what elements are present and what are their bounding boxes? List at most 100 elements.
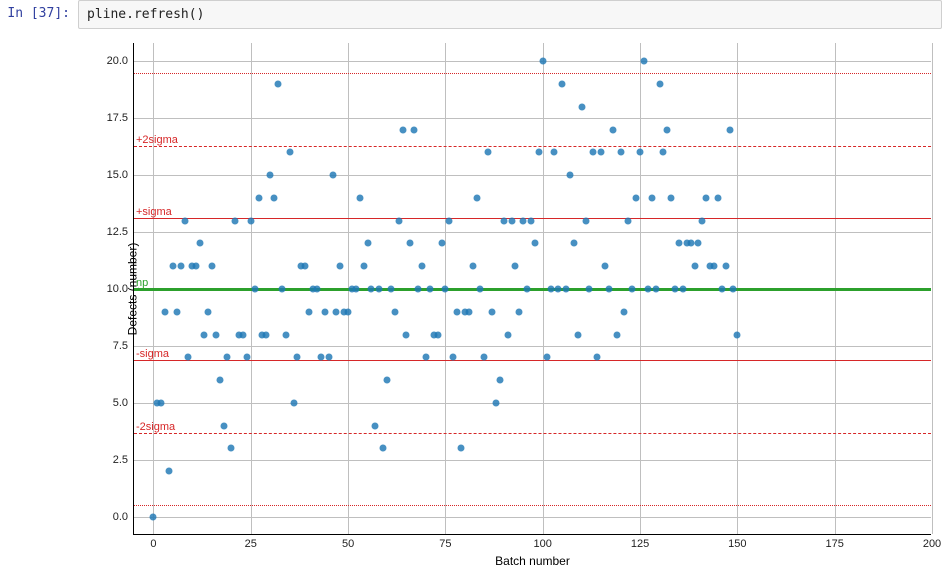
data-point: [345, 308, 352, 315]
data-point: [524, 286, 531, 293]
code-cell: In [37]: pline.refresh(): [0, 0, 942, 29]
data-point: [399, 126, 406, 133]
y-tick-label: 17.5: [107, 112, 128, 124]
data-point: [504, 331, 511, 338]
data-point: [594, 354, 601, 361]
y-tick-label: 12.5: [107, 226, 128, 238]
data-point: [247, 217, 254, 224]
data-point: [337, 263, 344, 270]
data-point: [387, 286, 394, 293]
data-point: [477, 286, 484, 293]
y-tick-label: 2.5: [113, 454, 128, 466]
data-point: [201, 331, 208, 338]
data-point: [395, 217, 402, 224]
data-point: [718, 286, 725, 293]
x-tick-label: 175: [825, 538, 843, 550]
data-point: [290, 399, 297, 406]
code-input[interactable]: pline.refresh(): [78, 0, 942, 29]
data-point: [360, 263, 367, 270]
data-point: [278, 286, 285, 293]
data-point: [528, 217, 535, 224]
control-line--3sigma: [134, 505, 931, 506]
data-point: [640, 58, 647, 65]
data-point: [648, 194, 655, 201]
data-point: [329, 172, 336, 179]
data-point: [442, 286, 449, 293]
control-line-+2sigma: [134, 146, 931, 147]
data-point: [181, 217, 188, 224]
data-point: [368, 286, 375, 293]
data-point: [637, 149, 644, 156]
y-tick-label: 15.0: [107, 169, 128, 181]
data-point: [438, 240, 445, 247]
data-point: [185, 354, 192, 361]
data-point: [520, 217, 527, 224]
control-line-label-np: np: [136, 277, 148, 289]
data-point: [617, 149, 624, 156]
control-line-label--2sigma: -2sigma: [136, 421, 175, 433]
data-point: [150, 513, 157, 520]
input-prompt: In [37]:: [0, 0, 78, 29]
plot-axes: Batch number Defects (number) 0255075100…: [133, 43, 931, 535]
data-point: [271, 194, 278, 201]
data-point: [166, 468, 173, 475]
data-point: [384, 377, 391, 384]
data-point: [469, 263, 476, 270]
data-point: [415, 286, 422, 293]
data-point: [672, 286, 679, 293]
data-point: [679, 286, 686, 293]
data-point: [446, 217, 453, 224]
data-point: [489, 308, 496, 315]
data-point: [699, 217, 706, 224]
data-point: [726, 126, 733, 133]
data-point: [578, 103, 585, 110]
data-point: [193, 263, 200, 270]
data-point: [531, 240, 538, 247]
x-tick-label: 150: [728, 538, 746, 550]
data-point: [582, 217, 589, 224]
data-point: [613, 331, 620, 338]
data-point: [675, 240, 682, 247]
data-point: [403, 331, 410, 338]
data-point: [251, 286, 258, 293]
x-tick-label: 200: [923, 538, 941, 550]
data-point: [570, 240, 577, 247]
data-point: [313, 286, 320, 293]
data-point: [434, 331, 441, 338]
data-point: [267, 172, 274, 179]
gridline-horizontal: [134, 118, 931, 119]
gridline-horizontal: [134, 346, 931, 347]
control-line-label-+2sigma: +2sigma: [136, 134, 178, 146]
data-point: [282, 331, 289, 338]
data-point: [450, 354, 457, 361]
y-tick-label: 10.0: [107, 283, 128, 295]
data-point: [722, 263, 729, 270]
data-point: [500, 217, 507, 224]
data-point: [407, 240, 414, 247]
data-point: [426, 286, 433, 293]
data-point: [629, 286, 636, 293]
data-point: [232, 217, 239, 224]
data-point: [652, 286, 659, 293]
data-point: [668, 194, 675, 201]
data-point: [372, 422, 379, 429]
data-point: [411, 126, 418, 133]
x-tick-label: 75: [439, 538, 451, 550]
data-point: [422, 354, 429, 361]
data-point: [239, 331, 246, 338]
data-point: [609, 126, 616, 133]
control-line-label-+sigma: +sigma: [136, 206, 172, 218]
data-point: [275, 81, 282, 88]
data-point: [158, 399, 165, 406]
data-point: [302, 263, 309, 270]
data-point: [162, 308, 169, 315]
data-point: [356, 194, 363, 201]
data-point: [711, 263, 718, 270]
data-point: [730, 286, 737, 293]
data-point: [691, 263, 698, 270]
data-point: [352, 286, 359, 293]
data-point: [419, 263, 426, 270]
data-point: [465, 308, 472, 315]
data-point: [177, 263, 184, 270]
gridline-vertical: [932, 43, 933, 534]
